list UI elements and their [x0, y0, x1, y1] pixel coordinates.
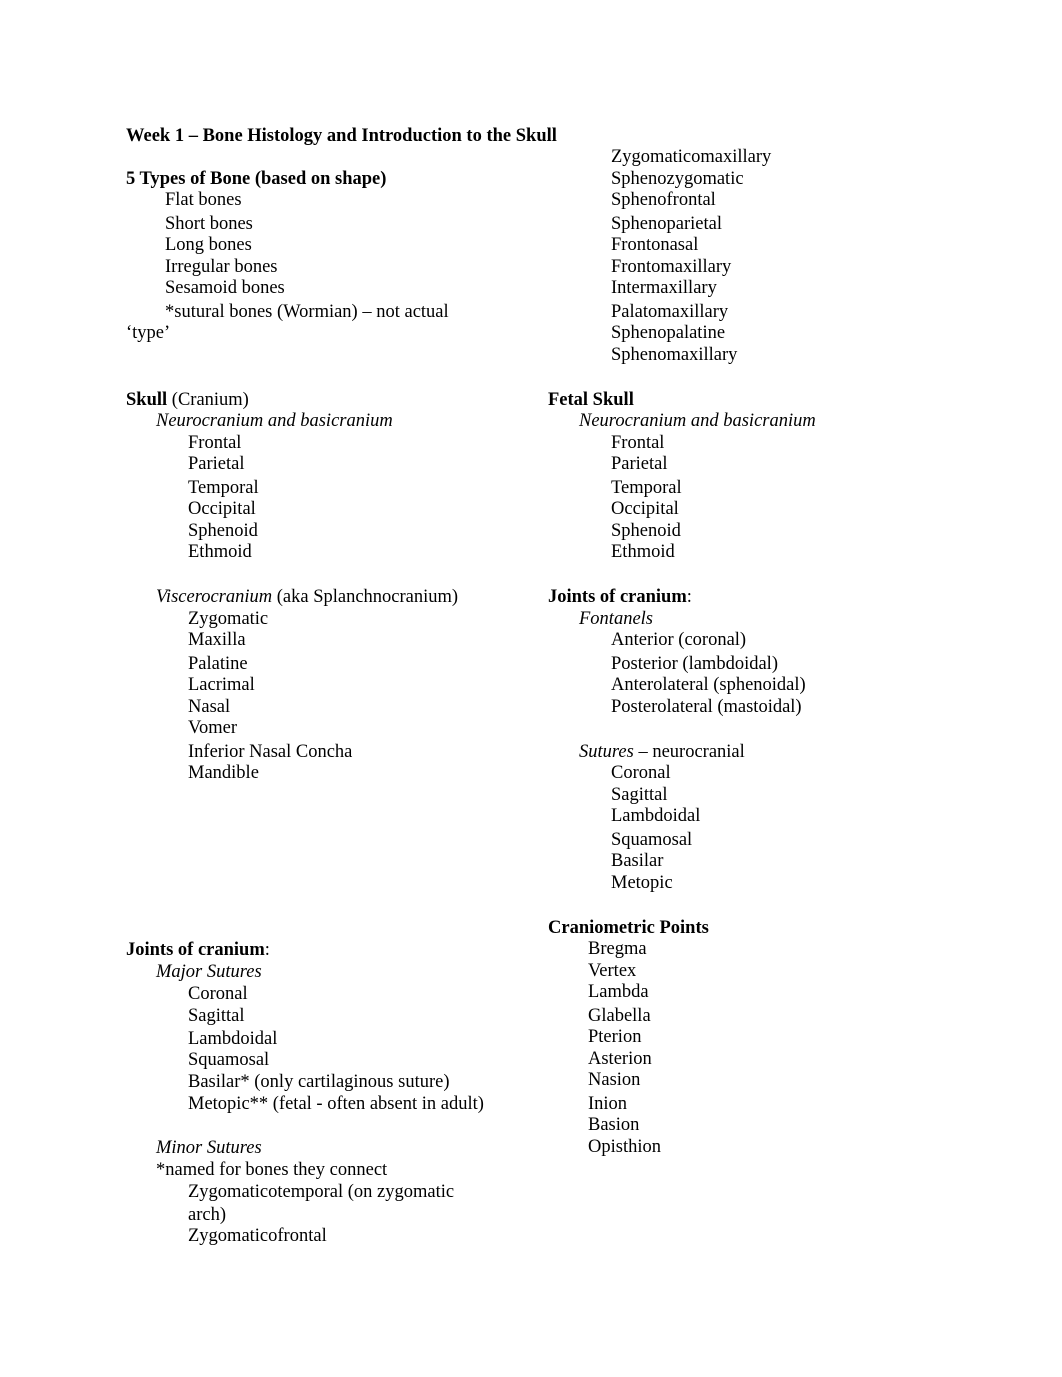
craniometric-item: Pterion [588, 1027, 642, 1047]
fetal-joints-heading-colon: : [686, 587, 692, 607]
viscerocranium-item: Lacrimal [188, 675, 255, 695]
minor-suture-item: Frontomaxillary [611, 257, 732, 277]
minor-suture-item: Sphenozygomatic [611, 169, 744, 189]
minor-suture-item: Zygomaticofrontal [188, 1226, 327, 1246]
viscerocranium-heading-rest: (aka Splanchnocranium) [272, 587, 459, 607]
skull-heading: Skull (Cranium) [126, 389, 249, 411]
craniometric-item: Opisthion [588, 1137, 661, 1157]
neurocranium-item: Parietal [188, 454, 245, 474]
fetal-neurocranium-item: Occipital [611, 499, 679, 519]
fetal-neurocranium-heading: Neurocranium and basicranium [579, 411, 816, 431]
neurocranial-suture-item: Lambdoidal [611, 806, 701, 826]
bone-type-item: Long bones [165, 235, 252, 255]
joints-heading-bold: Joints of cranium [126, 940, 265, 960]
minor-suture-item: Sphenoparietal [611, 214, 722, 234]
major-suture-item: Coronal [188, 984, 248, 1004]
fetal-neurocranium-item: Sphenoid [611, 521, 681, 541]
neurocranium-heading: Neurocranium and basicranium [156, 411, 393, 431]
major-sutures-heading: Major Sutures [156, 962, 262, 982]
fontanel-item: Anterior (coronal) [611, 630, 747, 650]
craniometric-item: Asterion [588, 1049, 652, 1069]
fetal-neurocranium-item: Temporal [611, 478, 682, 498]
fetal-joints-heading-bold: Joints of cranium [548, 587, 687, 607]
craniometric-item: Basion [588, 1115, 640, 1135]
craniometric-item: Glabella [588, 1006, 651, 1026]
bone-type-item: Flat bones [165, 190, 242, 210]
minor-suture-item: Zygomaticomaxillary [611, 147, 772, 167]
viscerocranium-item: Mandible [188, 763, 259, 783]
sutures-neurocranial-heading: Sutures – neurocranial [579, 741, 745, 763]
craniometric-heading: Craniometric Points [548, 918, 709, 938]
minor-suture-item-continued: arch) [188, 1205, 226, 1225]
craniometric-item: Bregma [588, 939, 647, 959]
fontanel-item: Posterior (lambdoidal) [611, 654, 778, 674]
minor-suture-item: Sphenofrontal [611, 190, 716, 210]
minor-suture-item: Palatomaxillary [611, 302, 729, 322]
craniometric-item: Nasion [588, 1070, 641, 1090]
viscerocranium-heading-italic: Viscerocranium [156, 587, 273, 607]
viscerocranium-heading: Viscerocranium (aka Splanchnocranium) [156, 586, 458, 608]
craniometric-item: Inion [588, 1094, 628, 1114]
neurocranial-suture-item: Basilar [611, 851, 664, 871]
neurocranial-suture-item: Coronal [611, 763, 671, 783]
minor-suture-item: Sphenopalatine [611, 323, 726, 343]
skull-heading-bold: Skull [126, 390, 168, 410]
minor-suture-item: Intermaxillary [611, 278, 717, 298]
viscerocranium-item: Zygomatic [188, 609, 269, 629]
fetal-neurocranium-item: Ethmoid [611, 542, 675, 562]
minor-suture-item: Frontonasal [611, 235, 699, 255]
fontanels-heading: Fontanels [579, 609, 653, 629]
sutures-heading-italic: Sutures [579, 742, 634, 762]
fontanel-item: Anterolateral (sphenoidal) [611, 675, 806, 695]
sutural-bones-note-continued: ‘type’ [126, 323, 171, 343]
fetal-neurocranium-item: Frontal [611, 433, 665, 453]
document-page: Week 1 – Bone Histology and Introduction… [0, 0, 1062, 1377]
viscerocranium-item: Palatine [188, 654, 248, 674]
sutural-bones-note: *sutural bones (Wormian) – not actual [165, 302, 449, 322]
neurocranial-suture-item: Sagittal [611, 785, 668, 805]
neurocranial-suture-item: Metopic [611, 873, 673, 893]
bone-type-item: Irregular bones [165, 257, 278, 277]
viscerocranium-item: Vomer [188, 718, 237, 738]
viscerocranium-item: Inferior Nasal Concha [188, 742, 353, 762]
bone-type-item: Sesamoid bones [165, 278, 285, 298]
craniometric-item: Vertex [588, 961, 637, 981]
bone-type-item: Short bones [165, 214, 253, 234]
neurocranium-item: Occipital [188, 499, 256, 519]
minor-sutures-note: *named for bones they connect [156, 1160, 388, 1180]
major-suture-item: Lambdoidal [188, 1029, 278, 1049]
neurocranium-item: Ethmoid [188, 542, 252, 562]
fetal-skull-heading: Fetal Skull [548, 390, 634, 410]
document-title: Week 1 – Bone Histology and Introduction… [126, 126, 557, 146]
viscerocranium-item: Maxilla [188, 630, 246, 650]
fetal-joints-heading: Joints of cranium: [548, 586, 692, 608]
major-suture-item: Sagittal [188, 1006, 245, 1026]
joints-heading-colon: : [264, 940, 270, 960]
bone-types-heading: 5 Types of Bone (based on shape) [126, 169, 387, 189]
major-suture-item: Metopic** (fetal - often absent in adult… [188, 1094, 484, 1114]
neurocranium-item: Temporal [188, 478, 259, 498]
minor-suture-item: Zygomaticotemporal (on zygomatic [188, 1182, 455, 1202]
minor-sutures-heading: Minor Sutures [156, 1138, 262, 1158]
neurocranial-suture-item: Squamosal [611, 830, 693, 850]
craniometric-item: Lambda [588, 982, 649, 1002]
major-suture-item: Basilar* (only cartilaginous suture) [188, 1072, 450, 1092]
major-suture-item: Squamosal [188, 1050, 270, 1070]
joints-heading: Joints of cranium: [126, 939, 270, 961]
neurocranium-item: Frontal [188, 433, 242, 453]
viscerocranium-item: Nasal [188, 697, 231, 717]
neurocranium-item: Sphenoid [188, 521, 258, 541]
minor-suture-item: Sphenomaxillary [611, 345, 738, 365]
skull-heading-rest: (Cranium) [167, 390, 249, 410]
sutures-heading-rest: – neurocranial [633, 742, 745, 762]
fontanel-item: Posterolateral (mastoidal) [611, 697, 802, 717]
fetal-neurocranium-item: Parietal [611, 454, 668, 474]
